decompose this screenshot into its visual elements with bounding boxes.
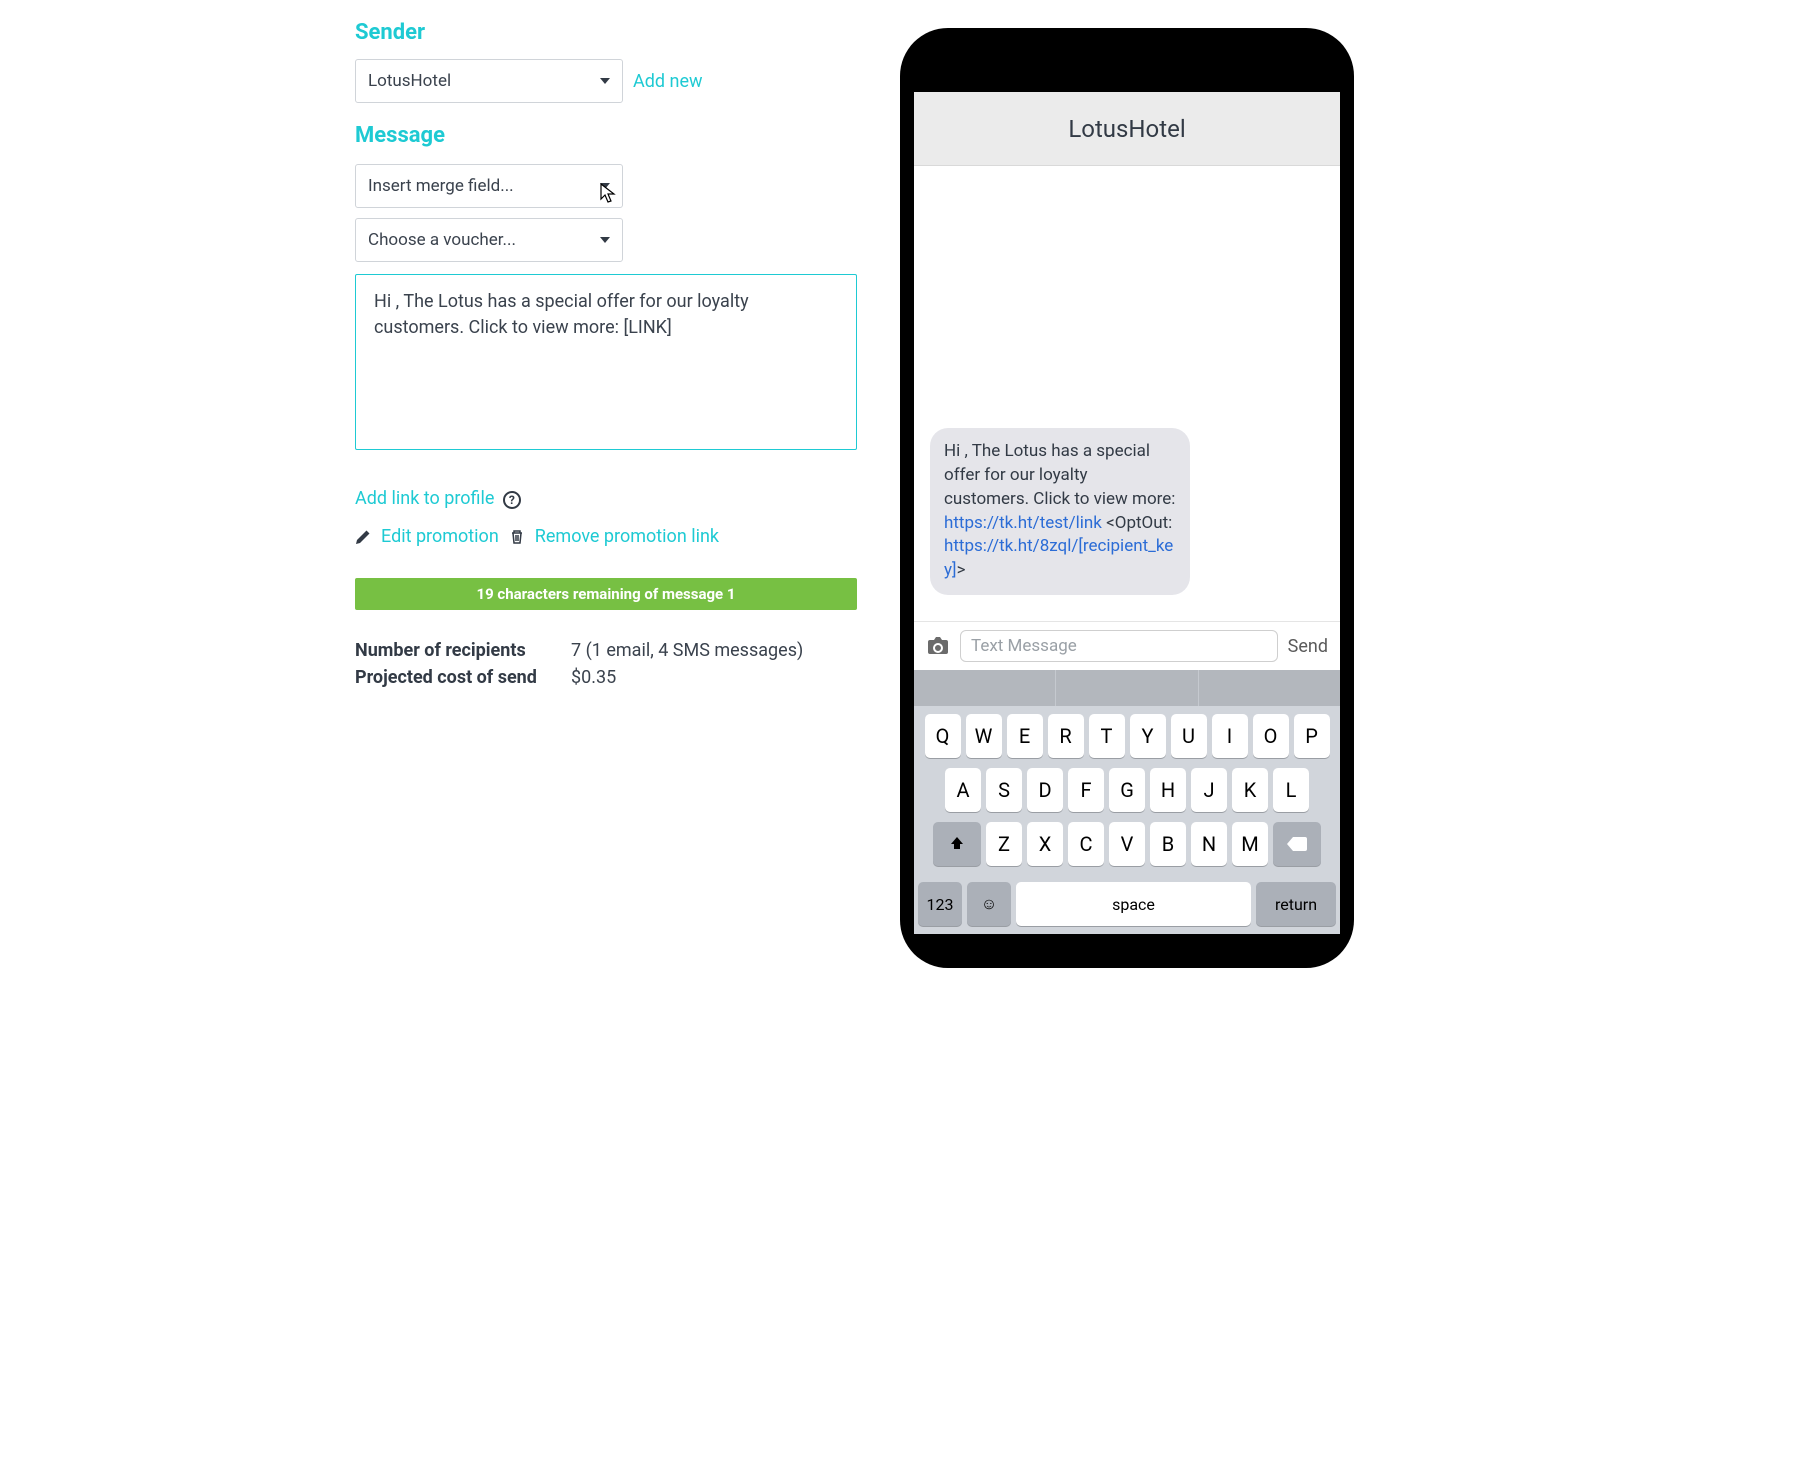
preview-send-button[interactable]: Send xyxy=(1288,636,1328,657)
keyboard-key-q[interactable]: Q xyxy=(925,714,961,758)
keyboard-return-key[interactable]: return xyxy=(1256,882,1336,926)
bubble-text: Hi , The Lotus has a special offer for o… xyxy=(944,441,1175,509)
bubble-link-1[interactable]: https://tk.ht/test/link xyxy=(944,513,1102,533)
keyboard-key-a[interactable]: A xyxy=(945,768,981,812)
keyboard-key-k[interactable]: K xyxy=(1232,768,1268,812)
keyboard-key-n[interactable]: N xyxy=(1191,822,1227,866)
phone-preview-frame: LotusHotel Hi , The Lotus has a special … xyxy=(900,28,1354,968)
keyboard-key-b[interactable]: B xyxy=(1150,822,1186,866)
bubble-mid: <OptOut: xyxy=(1106,513,1172,533)
preview-message-bubble: Hi , The Lotus has a special offer for o… xyxy=(930,428,1190,595)
keyboard-key-u[interactable]: U xyxy=(1171,714,1207,758)
remove-promotion-link[interactable]: Remove promotion link xyxy=(535,520,719,554)
keyboard-key-f[interactable]: F xyxy=(1068,768,1104,812)
keyboard-row-1: QWERTYUIOP xyxy=(918,714,1336,758)
cost-value: $0.35 xyxy=(571,667,616,688)
preview-sender-name: LotusHotel xyxy=(914,92,1340,166)
sender-heading: Sender xyxy=(355,20,860,45)
keyboard-shift-key[interactable] xyxy=(933,822,981,866)
keyboard-row-3: ZXCVBNM xyxy=(918,822,1336,866)
voucher-select[interactable]: Choose a voucher... xyxy=(355,218,623,262)
merge-field-select[interactable]: Insert merge field... xyxy=(355,164,623,208)
voucher-placeholder: Choose a voucher... xyxy=(368,230,516,250)
bubble-link-2[interactable]: https://tk.ht/8zql/[recipient_key] xyxy=(944,536,1173,580)
character-counter-bar: 19 characters remaining of message 1 xyxy=(355,578,857,610)
preview-message-area: Hi , The Lotus has a special offer for o… xyxy=(914,166,1340,621)
keyboard-key-g[interactable]: G xyxy=(1109,768,1145,812)
keyboard-key-o[interactable]: O xyxy=(1253,714,1289,758)
bubble-end: > xyxy=(957,560,966,580)
keyboard-backspace-key[interactable] xyxy=(1273,822,1321,866)
keyboard-key-t[interactable]: T xyxy=(1089,714,1125,758)
keyboard-key-r[interactable]: R xyxy=(1048,714,1084,758)
keyboard-key-w[interactable]: W xyxy=(966,714,1002,758)
keyboard-key-d[interactable]: D xyxy=(1027,768,1063,812)
add-link-to-profile-link[interactable]: Add link to profile xyxy=(355,482,494,516)
keyboard-key-h[interactable]: H xyxy=(1150,768,1186,812)
preview-input-row: Text Message Send xyxy=(914,621,1340,670)
sender-select[interactable]: LotusHotel xyxy=(355,59,623,103)
keyboard-key-p[interactable]: P xyxy=(1294,714,1330,758)
cost-label: Projected cost of send xyxy=(355,667,551,688)
keyboard-key-x[interactable]: X xyxy=(1027,822,1063,866)
edit-promotion-link[interactable]: Edit promotion xyxy=(381,520,499,554)
sender-selected-value: LotusHotel xyxy=(368,71,451,91)
preview-keyboard: QWERTYUIOP ASDFGHJKL ZXCVBNM 123 ☺ space… xyxy=(914,670,1340,934)
keyboard-key-y[interactable]: Y xyxy=(1130,714,1166,758)
chevron-down-icon xyxy=(600,237,610,243)
keyboard-123-key[interactable]: 123 xyxy=(918,882,962,926)
keyboard-key-j[interactable]: J xyxy=(1191,768,1227,812)
keyboard-suggestions xyxy=(914,670,1340,706)
message-textarea[interactable] xyxy=(355,274,857,450)
preview-text-input[interactable]: Text Message xyxy=(960,630,1278,662)
add-new-sender-link[interactable]: Add new xyxy=(633,71,703,92)
keyboard-key-s[interactable]: S xyxy=(986,768,1022,812)
keyboard-key-z[interactable]: Z xyxy=(986,822,1022,866)
help-icon[interactable]: ? xyxy=(503,491,521,509)
chevron-down-icon xyxy=(600,78,610,84)
recipients-label: Number of recipients xyxy=(355,640,551,661)
camera-icon[interactable] xyxy=(926,636,950,656)
keyboard-key-l[interactable]: L xyxy=(1273,768,1309,812)
recipients-value: 7 (1 email, 4 SMS messages) xyxy=(571,640,803,661)
keyboard-key-m[interactable]: M xyxy=(1232,822,1268,866)
phone-screen: LotusHotel Hi , The Lotus has a special … xyxy=(914,92,1340,934)
keyboard-row-2: ASDFGHJKL xyxy=(918,768,1336,812)
chevron-down-icon xyxy=(600,183,610,189)
merge-field-placeholder: Insert merge field... xyxy=(368,176,514,196)
keyboard-key-i[interactable]: I xyxy=(1212,714,1248,758)
pencil-icon xyxy=(355,529,371,545)
keyboard-key-c[interactable]: C xyxy=(1068,822,1104,866)
keyboard-emoji-key[interactable]: ☺ xyxy=(967,882,1011,926)
message-heading: Message xyxy=(355,123,860,148)
keyboard-space-key[interactable]: space xyxy=(1016,882,1251,926)
keyboard-key-v[interactable]: V xyxy=(1109,822,1145,866)
keyboard-key-e[interactable]: E xyxy=(1007,714,1043,758)
trash-icon xyxy=(509,529,525,545)
